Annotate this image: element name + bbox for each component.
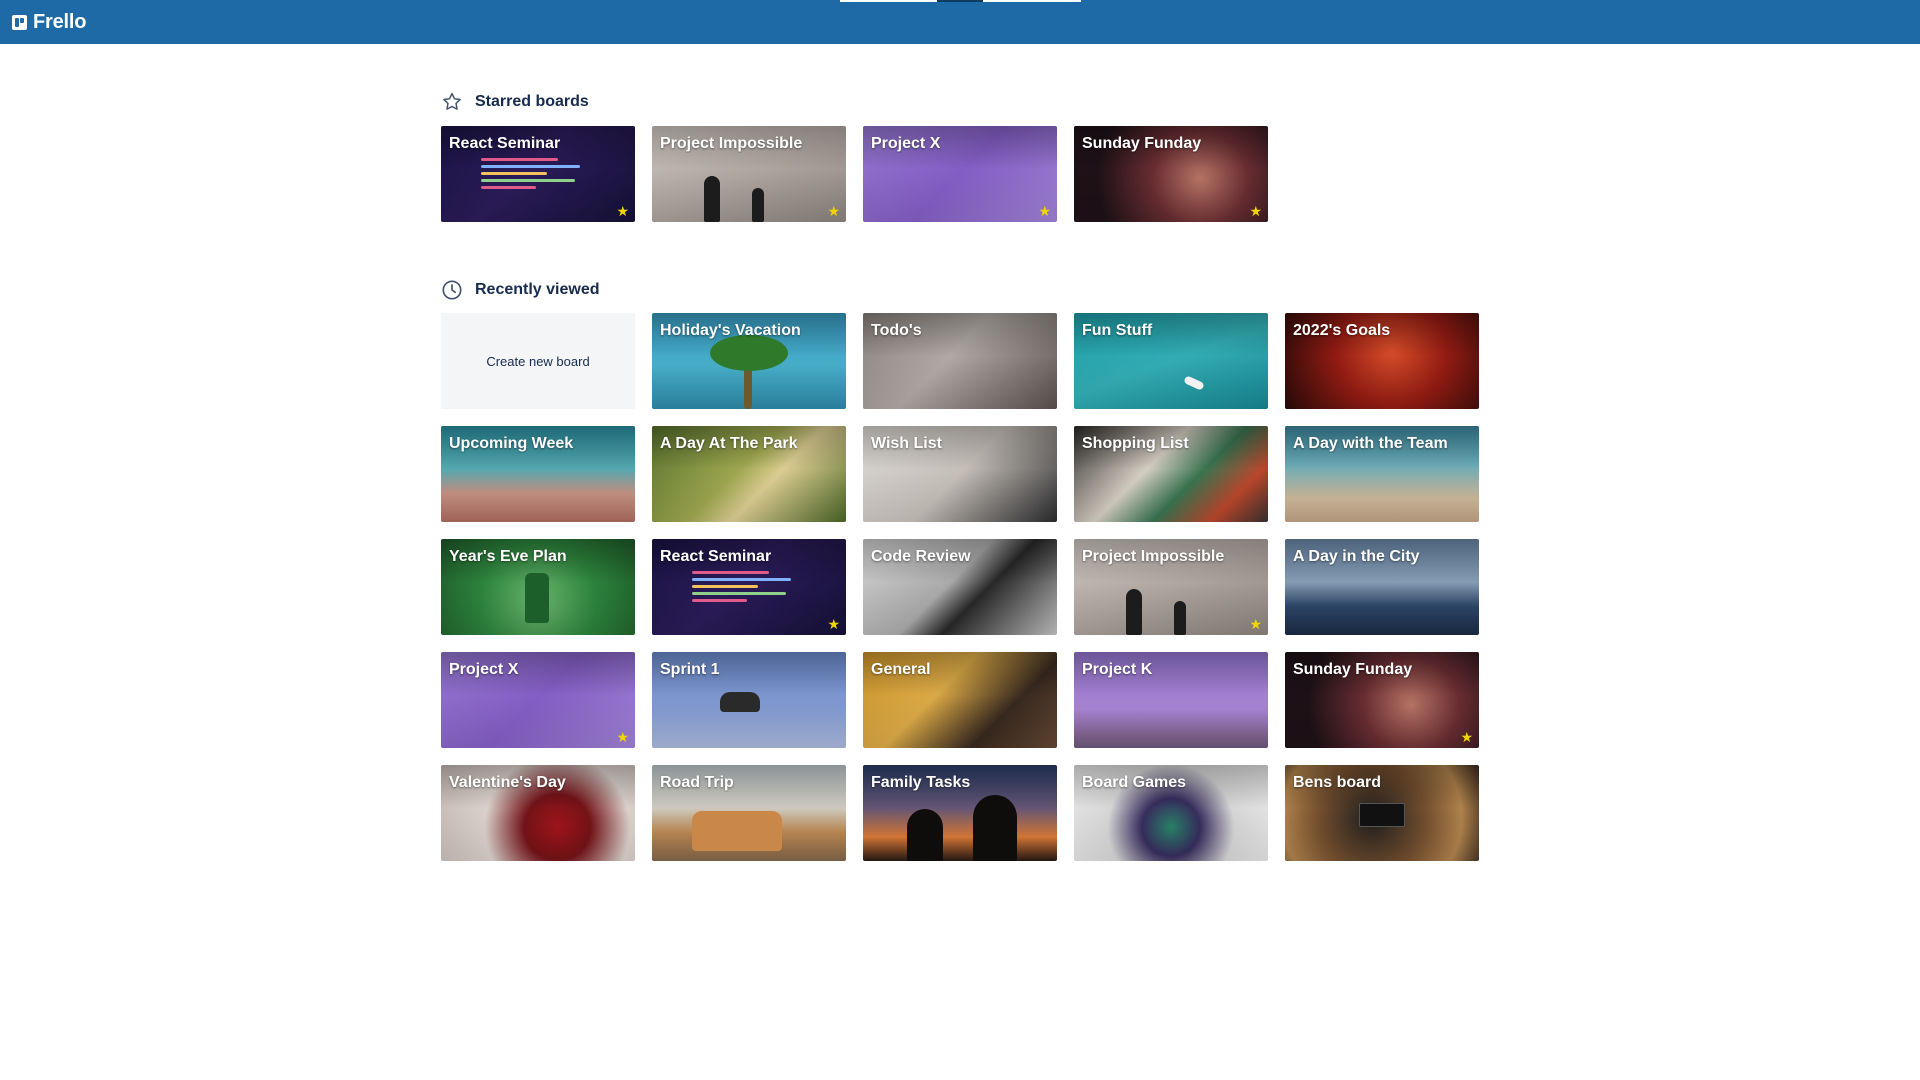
board-title: Year's Eve Plan <box>449 548 567 565</box>
board-title: Bens board <box>1293 774 1382 791</box>
board-title: Project X <box>871 135 941 152</box>
starred-star-icon[interactable]: ★ <box>616 730 629 744</box>
board-tile[interactable]: A Day in the City <box>1285 539 1479 635</box>
nav-indicator-active <box>937 0 983 2</box>
starred-star-icon[interactable]: ★ <box>1249 204 1262 218</box>
star-icon <box>443 92 461 110</box>
board-title: Sunday Funday <box>1293 661 1413 678</box>
board-tile[interactable]: A Day At The Park <box>652 426 846 522</box>
board-title: Holiday's Vacation <box>660 322 801 339</box>
board-tile[interactable]: Wish List <box>863 426 1057 522</box>
board-tile[interactable]: Year's Eve Plan <box>441 539 635 635</box>
board-tile[interactable]: Shopping List <box>1074 426 1268 522</box>
board-title: Fun Stuff <box>1082 322 1153 339</box>
bottle <box>525 573 549 623</box>
board-title: Road Trip <box>660 774 734 791</box>
board-title: Todo's <box>871 322 922 339</box>
board-title: Project K <box>1082 661 1153 678</box>
board-title: Wish List <box>871 435 942 452</box>
board-tile[interactable]: Upcoming Week <box>441 426 635 522</box>
van <box>692 811 782 851</box>
starred-star-icon[interactable]: ★ <box>827 204 840 218</box>
code-decoration <box>692 567 802 606</box>
desk-clock <box>1359 803 1405 827</box>
board-tile[interactable]: Family Tasks <box>863 765 1057 861</box>
create-new-board-label: Create new board <box>486 353 590 369</box>
board-tile[interactable]: Holiday's Vacation <box>652 313 846 409</box>
palm-leaves <box>710 335 788 371</box>
board-title: Project Impossible <box>1082 548 1225 565</box>
app-logo[interactable]: Frello <box>12 11 86 34</box>
board-title: Sprint 1 <box>660 661 720 678</box>
starred-star-icon[interactable]: ★ <box>827 617 840 631</box>
starred-star-icon[interactable]: ★ <box>1249 617 1262 631</box>
people-silhouette <box>1126 589 1142 635</box>
sneaker <box>720 692 760 712</box>
board-title: Upcoming Week <box>449 435 574 452</box>
board-title: React Seminar <box>449 135 561 152</box>
board-title: 2022's Goals <box>1293 322 1391 339</box>
board-tile[interactable]: Sunday Funday ★ <box>1074 126 1268 222</box>
board-title: A Day in the City <box>1293 548 1420 565</box>
app-name: Frello <box>33 11 87 33</box>
board-tile[interactable]: Bens board <box>1285 765 1479 861</box>
board-tile[interactable]: Project X ★ <box>441 652 635 748</box>
people-silhouette <box>1174 601 1186 635</box>
recently-viewed-heading: Recently viewed <box>441 279 600 301</box>
board-tile[interactable]: Project Impossible ★ <box>652 126 846 222</box>
starred-boards-heading: Starred boards <box>441 91 589 113</box>
frello-logo-icon <box>12 15 27 30</box>
boat <box>1183 375 1205 391</box>
board-tile[interactable]: Sunday Funday ★ <box>1285 652 1479 748</box>
board-title: Code Review <box>871 548 971 565</box>
family-silhouette <box>973 795 1017 861</box>
board-tile[interactable]: React Seminar ★ <box>441 126 635 222</box>
people-silhouette <box>704 176 720 222</box>
starred-heading-text: Starred boards <box>475 93 589 110</box>
starred-star-icon[interactable]: ★ <box>1460 730 1473 744</box>
clock-icon <box>442 280 462 300</box>
board-tile[interactable]: Sprint 1 <box>652 652 846 748</box>
board-title: Valentine's Day <box>449 774 566 791</box>
board-tile[interactable]: General <box>863 652 1057 748</box>
board-title: Project Impossible <box>660 135 803 152</box>
nav-indicator-left <box>840 0 937 2</box>
board-tile[interactable]: React Seminar ★ <box>652 539 846 635</box>
board-title: Sunday Funday <box>1082 135 1202 152</box>
board-tile[interactable]: Todo's <box>863 313 1057 409</box>
board-title: A Day with the Team <box>1293 435 1448 452</box>
board-tile[interactable]: Fun Stuff <box>1074 313 1268 409</box>
recent-boards-grid: Create new board Holiday's Vacation Todo… <box>441 313 1479 861</box>
board-title: A Day At The Park <box>660 435 798 452</box>
board-tile[interactable]: Project Impossible ★ <box>1074 539 1268 635</box>
board-title: React Seminar <box>660 548 772 565</box>
board-tile[interactable]: A Day with the Team <box>1285 426 1479 522</box>
board-tile[interactable]: 2022's Goals <box>1285 313 1479 409</box>
people-silhouette <box>752 188 764 222</box>
board-title: Family Tasks <box>871 774 971 791</box>
board-title: Project X <box>449 661 519 678</box>
board-tile[interactable]: Road Trip <box>652 765 846 861</box>
board-title: General <box>871 661 931 678</box>
starred-boards-grid: React Seminar ★ Project Impossible ★ Pro… <box>441 126 1479 222</box>
nav-indicator-right <box>983 0 1081 2</box>
board-title: Shopping List <box>1082 435 1189 452</box>
board-tile[interactable]: Project K <box>1074 652 1268 748</box>
starred-star-icon[interactable]: ★ <box>616 204 629 218</box>
create-new-board-button[interactable]: Create new board <box>441 313 635 409</box>
top-navigation-bar: Frello <box>0 0 1920 44</box>
board-tile[interactable]: Board Games <box>1074 765 1268 861</box>
board-title: Board Games <box>1082 774 1187 791</box>
code-decoration <box>481 154 591 193</box>
board-tile[interactable]: Valentine's Day <box>441 765 635 861</box>
recent-heading-text: Recently viewed <box>475 281 600 298</box>
board-tile[interactable]: Project X ★ <box>863 126 1057 222</box>
family-silhouette <box>907 809 943 861</box>
starred-star-icon[interactable]: ★ <box>1038 204 1051 218</box>
board-tile[interactable]: Code Review <box>863 539 1057 635</box>
